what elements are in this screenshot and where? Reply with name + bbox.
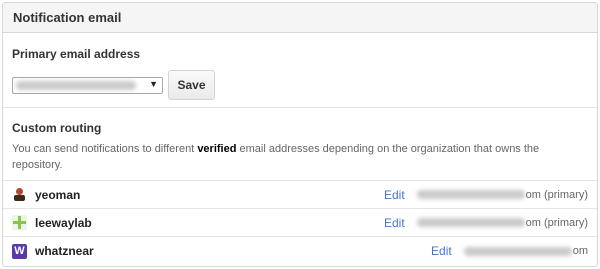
org-email-whatznear: om xyxy=(463,245,588,257)
org-row-leewaylab: leewaylab Edit om (primary) xyxy=(3,209,597,237)
panel-title: Notification email xyxy=(3,3,597,33)
custom-routing-title: Custom routing xyxy=(12,121,102,135)
blurred-email-text xyxy=(416,218,525,227)
edit-link-yeoman[interactable]: Edit xyxy=(384,188,405,202)
primary-email-section: Primary email address ▼ Save xyxy=(3,33,597,108)
blurred-email-text xyxy=(463,246,572,256)
whatznear-avatar-icon: W xyxy=(12,243,27,259)
yeoman-avatar-icon xyxy=(12,187,27,202)
primary-email-row: ▼ Save xyxy=(12,70,588,100)
org-email-yeoman: om (primary) xyxy=(416,189,588,201)
org-name[interactable]: leewaylab xyxy=(35,216,384,230)
save-button[interactable]: Save xyxy=(168,70,215,100)
custom-routing-section: Custom routing You can send notification… xyxy=(3,108,597,181)
edit-link-leewaylab[interactable]: Edit xyxy=(384,216,405,230)
org-row-whatznear: W whatznear Edit om xyxy=(3,237,597,265)
org-name[interactable]: whatznear xyxy=(35,244,431,258)
leewaylab-avatar-icon xyxy=(12,215,27,230)
edit-link-whatznear[interactable]: Edit xyxy=(431,244,452,258)
notification-email-panel: Notification email Primary email address… xyxy=(2,2,598,267)
blurred-email-text xyxy=(16,80,136,90)
org-email-leewaylab: om (primary) xyxy=(416,217,588,229)
custom-routing-description: You can send notifications to different … xyxy=(12,143,540,171)
chevron-down-icon: ▼ xyxy=(149,78,158,89)
org-name[interactable]: yeoman xyxy=(35,188,384,202)
primary-email-label: Primary email address xyxy=(12,47,141,61)
primary-email-select[interactable]: ▼ xyxy=(12,76,163,94)
blurred-email-text xyxy=(416,190,525,199)
org-row-yeoman: yeoman Edit om (primary) xyxy=(3,181,597,209)
